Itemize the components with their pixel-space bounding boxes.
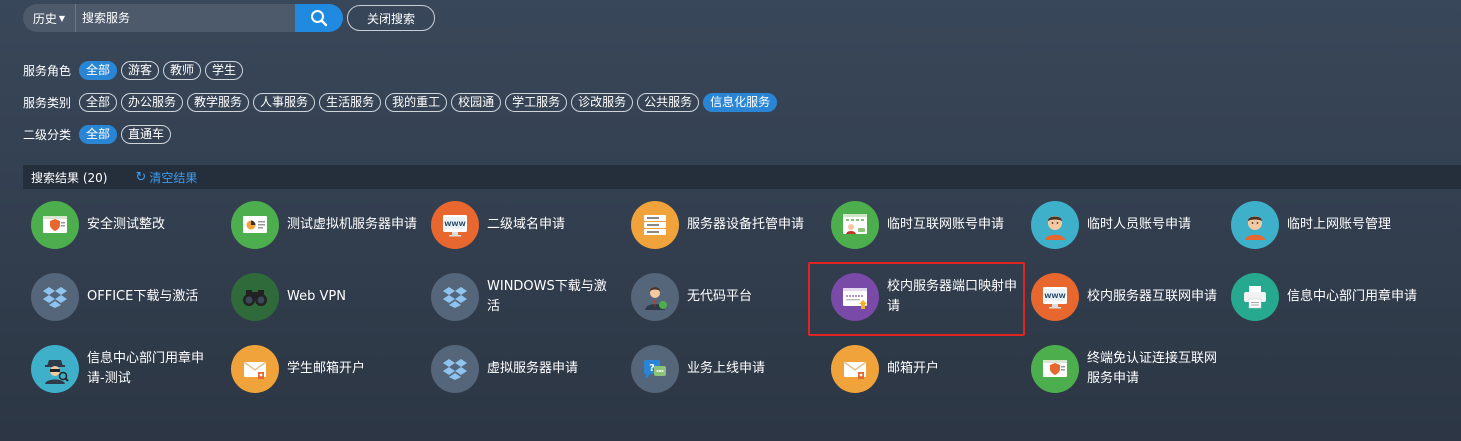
filter-chip[interactable]: 直通车 [121, 125, 172, 144]
search-bar: 历史 ▼ [23, 4, 343, 32]
service-name: 校内服务器端口映射申请 [887, 279, 1018, 314]
service-name: 虚拟服务器申请 [487, 361, 579, 376]
filter-chip[interactable]: 学工服务 [505, 93, 568, 112]
service-name: 安全测试整改 [87, 217, 166, 232]
history-label: 历史 [32, 11, 57, 26]
filter-chip[interactable]: 学生 [205, 61, 244, 80]
close-search-button[interactable]: 关闭搜索 [347, 5, 435, 31]
filter-label: 二级分类 [23, 128, 72, 142]
history-dropdown[interactable]: 历史 ▼ [23, 4, 75, 32]
filter-chip[interactable]: 我的重工 [385, 93, 448, 112]
service-name: 服务器设备托管申请 [687, 217, 805, 232]
envelope-icon [231, 345, 279, 393]
envelope-icon [831, 345, 879, 393]
person-avatar-icon [1231, 201, 1279, 249]
filter-chip[interactable]: 人事服务 [253, 93, 316, 112]
detective-icon [31, 345, 79, 393]
help-chat-icon: ? [631, 345, 679, 393]
user-browser-icon [831, 201, 879, 249]
service-item[interactable]: 邮箱开户 [831, 343, 1026, 395]
service-item[interactable]: 安全测试整改 [31, 199, 226, 251]
filter-chip[interactable]: 游客 [121, 61, 160, 80]
service-item[interactable]: 临时互联网账号申请 [831, 199, 1026, 251]
service-item[interactable]: WWW 校内服务器互联网申请 [1031, 271, 1226, 323]
service-item[interactable]: 虚拟服务器申请 [431, 343, 626, 395]
clear-results-link[interactable]: ↻ 清空结果 [135, 169, 197, 186]
service-item[interactable]: 信息中心部门用章申请-测试 [31, 343, 226, 395]
service-item[interactable]: WWW 二级域名申请 [431, 199, 626, 251]
caret-down-icon: ▼ [58, 13, 66, 23]
service-name: 二级域名申请 [487, 217, 566, 232]
filter-row: 二级分类 全部 直通车 [23, 125, 175, 144]
service-item[interactable]: OFFICE下载与激活 [31, 271, 226, 323]
results-bar: 搜索结果 (20) ↻ 清空结果 [23, 165, 1461, 189]
service-item[interactable]: 终端免认证连接互联网服务申请 [1031, 343, 1226, 395]
filter-chip[interactable]: 教师 [163, 61, 202, 80]
filter-chip[interactable]: 办公服务 [121, 93, 184, 112]
service-name: 信息中心部门用章申请 [1287, 289, 1418, 304]
service-name: 业务上线申请 [687, 361, 766, 376]
dropbox-icon [431, 345, 479, 393]
filter-chip[interactable]: 生活服务 [319, 93, 382, 112]
chart-screen-icon [231, 201, 279, 249]
filter-chip[interactable]: 信息化服务 [703, 93, 778, 112]
service-name: Web VPN [287, 289, 346, 304]
person-avatar-icon [1031, 201, 1079, 249]
search-input[interactable] [75, 4, 295, 32]
server-rack-icon [631, 201, 679, 249]
svg-text:WWW: WWW [1044, 292, 1066, 300]
service-name: 校内服务器互联网申请 [1087, 289, 1218, 304]
filter-chip[interactable]: 全部 [79, 125, 118, 144]
filter-label: 服务角色 [23, 64, 72, 78]
filter-chip[interactable]: 公共服务 [637, 93, 700, 112]
filter-row: 服务角色 全部 游客 教师 学生 [23, 61, 247, 80]
binoculars-icon [231, 273, 279, 321]
search-icon [311, 10, 328, 27]
service-item[interactable]: WINDOWS下载与激活 [431, 271, 626, 323]
service-item[interactable]: 临时人员账号申请 [1031, 199, 1226, 251]
password-window-icon [831, 273, 879, 321]
service-name: 临时人员账号申请 [1087, 217, 1192, 232]
service-item[interactable]: ? 业务上线申请 [631, 343, 826, 395]
service-name: 临时上网账号管理 [1287, 217, 1392, 232]
service-item[interactable]: 测试虚拟机服务器申请 [231, 199, 426, 251]
service-item[interactable]: 无代码平台 [631, 271, 826, 323]
www-monitor-icon: WWW [1031, 273, 1079, 321]
dropbox-icon [31, 273, 79, 321]
service-item[interactable]: Web VPN [231, 271, 426, 323]
service-name: OFFICE下载与激活 [87, 289, 199, 304]
filter-label: 服务类别 [23, 96, 72, 110]
filter-chip[interactable]: 全部 [79, 61, 118, 80]
filter-chip[interactable]: 诊改服务 [571, 93, 634, 112]
printer-icon [1231, 273, 1279, 321]
search-button[interactable] [295, 4, 343, 32]
service-item[interactable]: 学生邮箱开户 [231, 343, 426, 395]
businessman-icon [631, 273, 679, 321]
filter-chip[interactable]: 全部 [79, 93, 118, 112]
filter-chip[interactable]: 校园通 [451, 93, 502, 112]
dropbox-icon [431, 273, 479, 321]
shield-screen-icon [31, 201, 79, 249]
service-item[interactable]: 校内服务器端口映射申请 [831, 271, 1026, 323]
service-name: WINDOWS下载与激活 [487, 279, 607, 314]
refresh-icon: ↻ [135, 169, 147, 185]
service-name: 信息中心部门用章申请-测试 [87, 351, 205, 386]
svg-text:WWW: WWW [444, 220, 466, 228]
service-name: 终端免认证连接互联网服务申请 [1087, 351, 1218, 386]
clear-results-label: 清空结果 [149, 170, 198, 185]
service-item[interactable]: 服务器设备托管申请 [631, 199, 826, 251]
filter-chip[interactable]: 教学服务 [187, 93, 250, 112]
shield-screen-icon [1031, 345, 1079, 393]
service-name: 无代码平台 [687, 289, 753, 304]
service-item[interactable]: 信息中心部门用章申请 [1231, 271, 1426, 323]
results-title: 搜索结果 (20) [31, 170, 108, 185]
service-name: 测试虚拟机服务器申请 [287, 217, 418, 232]
service-name: 学生邮箱开户 [287, 361, 366, 376]
service-name: 邮箱开户 [887, 361, 940, 376]
filter-row: 服务类别 全部 办公服务 教学服务 人事服务 生活服务 我的重工 校园通 学工服务 诊改服务 公共服… [23, 93, 781, 112]
www-monitor-icon: WWW [431, 201, 479, 249]
service-name: 临时互联网账号申请 [887, 217, 1005, 232]
service-item[interactable]: 临时上网账号管理 [1231, 199, 1426, 251]
